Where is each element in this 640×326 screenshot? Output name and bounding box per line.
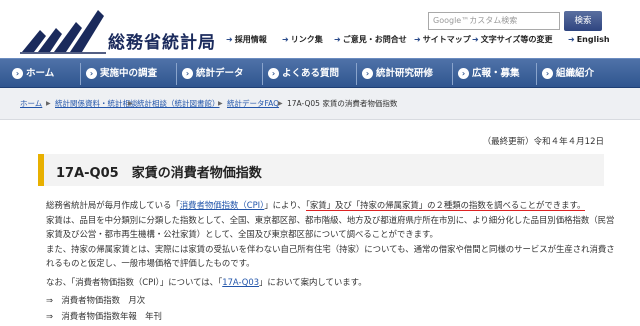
faq-17a-q03-link[interactable]: 17A-Q03 <box>222 277 259 287</box>
util-link-english[interactable]: ➜ English <box>568 34 610 46</box>
text: 」により、 <box>264 200 306 210</box>
paragraph-imputed-line2: れるものと仮定し、一般市場価格で評価したものです。 <box>46 258 255 268</box>
paragraph-rent-line1: 家賃は、品目を中分類別に分類した指数として、全国、東京都区部、都市階級、地方及び… <box>46 215 615 225</box>
nav-item-label: ホーム <box>26 68 55 79</box>
breadcrumb-link-home[interactable]: ホーム <box>20 99 42 109</box>
breadcrumb-current: 17A-Q05 家賃の消費者物価指数 <box>287 99 398 108</box>
arrow-right-icon: ➜ <box>472 35 479 44</box>
breadcrumb: ホーム ▶ 統計関係資料・統計相談 ▶ 統計相談（統計図書館） ▶ 統計データF… <box>0 88 640 120</box>
util-link-sitemap[interactable]: ➜ サイトマップ <box>414 34 471 46</box>
util-link-text-size[interactable]: ➜ 文字サイズ等の変更 <box>472 34 552 46</box>
nav-item-home[interactable]: › ホーム <box>12 59 54 88</box>
chevron-right-icon: ▶ <box>46 100 51 107</box>
chevron-right-icon: ▶ <box>128 100 133 107</box>
chevron-right-icon: › <box>12 68 23 79</box>
arrow-right-icon: ➜ <box>568 35 575 44</box>
text: 総務省統計局が毎月作成している「 <box>46 200 180 210</box>
nav-item-label: 組織紹介 <box>556 68 595 79</box>
nav-item-label: よくある質問 <box>282 68 340 79</box>
util-link-label: 採用情報 <box>234 35 267 44</box>
reference-link-annual[interactable]: ⇒ 消費者物価指数年報 年刊 <box>46 310 162 322</box>
nav-divider <box>80 63 81 85</box>
nav-item-label: 統計研究研修 <box>376 68 434 79</box>
nav-item-statistics[interactable]: › 統計データ <box>182 59 244 88</box>
site-header: 総務省統計局 Google™カスタム検索 検索 ➜ 採用情報 ➜ リンク集 ➜ ご意見… <box>0 0 640 58</box>
nav-item-label: 広報・募集 <box>472 68 520 79</box>
breadcrumb-link-faq[interactable]: 統計データFAQ <box>227 99 279 109</box>
chevron-right-icon: › <box>542 68 553 79</box>
nav-item-label: 実施中の調査 <box>100 68 158 79</box>
chevron-right-icon: › <box>458 68 469 79</box>
chevron-right-icon: › <box>86 68 97 79</box>
util-link-label: English <box>576 35 610 44</box>
text: なお、「消費者物価指数（CPI）」については、「 <box>46 277 223 287</box>
util-link-label: サイトマップ <box>422 35 471 44</box>
nav-item-label: 統計データ <box>196 68 244 79</box>
site-title: 総務省統計局 <box>108 33 216 53</box>
paragraph-imputed-line1: また、持家の帰属家賃とは、実際には家賃の受払いを伴わない自己所有住宅（持家）につ… <box>46 244 615 254</box>
arrow-right-icon: ➜ <box>226 35 233 44</box>
site-logo[interactable]: 総務省統計局 <box>20 8 215 54</box>
chevron-right-icon: ▶ <box>278 100 283 107</box>
text: 」において案内しています。 <box>259 277 367 287</box>
paragraph-rent-line2: 家賃及び公営・都市再生機構・公社家賃）として、全国及び東京都区部について調べるこ… <box>46 229 438 239</box>
paragraph-intro: 総務省統計局が毎月作成している「消費者物価指数（CPI）」により、「家賃」及び「… <box>46 199 586 212</box>
nav-divider <box>452 63 453 85</box>
utility-links: ➜ 採用情報 ➜ リンク集 ➜ ご意見・お問合せ ➜ サイトマップ ➜ 文字サイズ等の変更… <box>226 34 638 46</box>
util-link-recruit[interactable]: ➜ 採用情報 <box>226 34 267 46</box>
page-title: 17A-Q05 家賃の消費者物価指数 <box>56 166 262 181</box>
util-link-label: 文字サイズ等の変更 <box>480 35 553 44</box>
util-link-label: ご意見・お問合せ <box>342 35 407 44</box>
chevron-right-icon: › <box>182 68 193 79</box>
nav-divider <box>176 63 177 85</box>
nav-item-surveys[interactable]: › 実施中の調査 <box>86 59 157 88</box>
nav-item-organization[interactable]: › 組織紹介 <box>542 59 594 88</box>
search-button[interactable]: 検索 <box>564 11 602 31</box>
search-input[interactable]: Google™カスタム検索 <box>428 12 560 30</box>
breadcrumb-link-materials[interactable]: 統計関係資料・統計相談 <box>55 99 138 109</box>
arrow-right-icon: ➜ <box>414 35 421 44</box>
cpi-link[interactable]: 消費者物価指数（CPI） <box>180 200 265 210</box>
last-updated: （最終更新）令和４年４月12日 <box>482 137 604 147</box>
paragraph-note: なお、「消費者物価指数（CPI）」については、「17A-Q03」において案内して… <box>46 276 367 289</box>
page-title-bar: 17A-Q05 家賃の消費者物価指数 <box>38 154 604 186</box>
chevron-right-icon: › <box>362 68 373 79</box>
nav-divider <box>536 63 537 85</box>
nav-item-faq[interactable]: › よくある質問 <box>268 59 339 88</box>
nav-item-pr[interactable]: › 広報・募集 <box>458 59 520 88</box>
nav-divider <box>356 63 357 85</box>
arrow-right-icon: ➜ <box>334 35 341 44</box>
util-link-links[interactable]: ➜ リンク集 <box>282 34 323 46</box>
util-link-contact[interactable]: ➜ ご意見・お問合せ <box>334 34 407 46</box>
breadcrumb-link-consultation[interactable]: 統計相談（統計図書館） <box>137 99 220 109</box>
nav-divider <box>262 63 263 85</box>
chevron-right-icon: ▶ <box>218 100 223 107</box>
ministry-emblem-icon <box>20 10 106 54</box>
nav-item-research[interactable]: › 統計研究研修 <box>362 59 433 88</box>
global-nav: › ホーム › 実施中の調査 › 統計データ › よくある質問 › 統計研究研修 › 広報・… <box>0 58 640 88</box>
reference-link-monthly[interactable]: ⇒ 消費者物価指数 月次 <box>46 294 145 306</box>
chevron-right-icon: › <box>268 68 279 79</box>
highlighted-text: 「家賃」及び「持家の帰属家賃」の２種類の指数を調べることができます。 <box>305 200 586 211</box>
util-link-label: リンク集 <box>290 35 323 44</box>
arrow-right-icon: ➜ <box>282 35 289 44</box>
